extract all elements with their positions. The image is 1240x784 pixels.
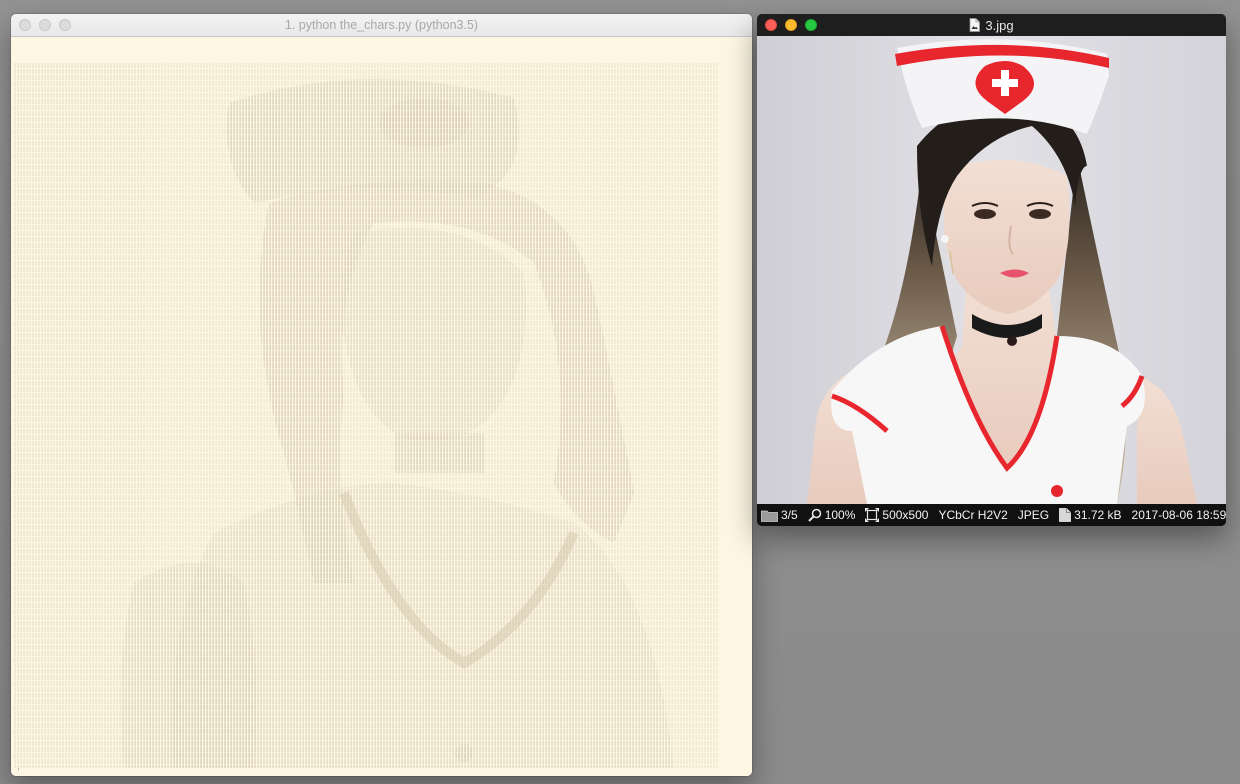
- viewer-titlebar[interactable]: 3.jpg: [757, 14, 1226, 36]
- image-viewer-window[interactable]: 3.jpg 3/5 100% 500x500 YCbCr H2V2 JPEG 3…: [757, 14, 1226, 526]
- window-controls: [19, 19, 71, 31]
- close-button[interactable]: [19, 19, 31, 31]
- status-date: 2017-08-06 18:59: [1132, 508, 1226, 522]
- status-file-size: 31.72 kB: [1059, 508, 1122, 522]
- viewer-title: 3.jpg: [985, 17, 1014, 33]
- status-format-text: JPEG: [1017, 508, 1050, 522]
- viewer-zoom-button[interactable]: [805, 19, 817, 31]
- status-zoom: 100%: [807, 508, 856, 522]
- displayed-photo[interactable]: [757, 36, 1226, 504]
- status-index: 3/5: [761, 508, 798, 522]
- status-dimensions: 500x500: [865, 508, 928, 522]
- photo-canvas: [757, 36, 1226, 504]
- document-icon: [969, 18, 981, 32]
- viewer-status-bar: 3/5 100% 500x500 YCbCr H2V2 JPEG 31.72 k…: [757, 504, 1226, 526]
- dimensions-icon: [865, 508, 880, 522]
- zoom-button[interactable]: [59, 19, 71, 31]
- status-color-space-text: YCbCr H2V2: [938, 508, 1008, 522]
- terminal-titlebar[interactable]: 1. python the_chars.py (python3.5): [11, 14, 752, 37]
- viewer-window-controls: [765, 19, 817, 31]
- status-color-space: YCbCr H2V2: [938, 508, 1007, 522]
- status-index-text: 3/5: [781, 508, 798, 522]
- terminal-window[interactable]: 1. python the_chars.py (python3.5) ': [11, 14, 752, 776]
- viewer-title-group: 3.jpg: [969, 14, 1014, 36]
- status-format: JPEG: [1018, 508, 1049, 522]
- status-dimensions-text: 500x500: [882, 508, 929, 522]
- magnifier-icon: [807, 508, 822, 522]
- minimize-button[interactable]: [39, 19, 51, 31]
- ascii-art-output: [14, 63, 719, 768]
- terminal-body[interactable]: ': [11, 37, 752, 776]
- desktop: 1. python the_chars.py (python3.5) ' 3.j…: [0, 0, 1240, 784]
- file-icon: [1059, 508, 1072, 522]
- status-date-text: 2017-08-06 18:59: [1131, 508, 1226, 522]
- viewer-close-button[interactable]: [765, 19, 777, 31]
- folder-icon: [761, 509, 778, 522]
- status-zoom-text: 100%: [824, 508, 856, 522]
- status-file-size-text: 31.72 kB: [1074, 508, 1122, 522]
- viewer-minimize-button[interactable]: [785, 19, 797, 31]
- terminal-cursor: ': [16, 767, 21, 776]
- terminal-title: 1. python the_chars.py (python3.5): [284, 18, 479, 32]
